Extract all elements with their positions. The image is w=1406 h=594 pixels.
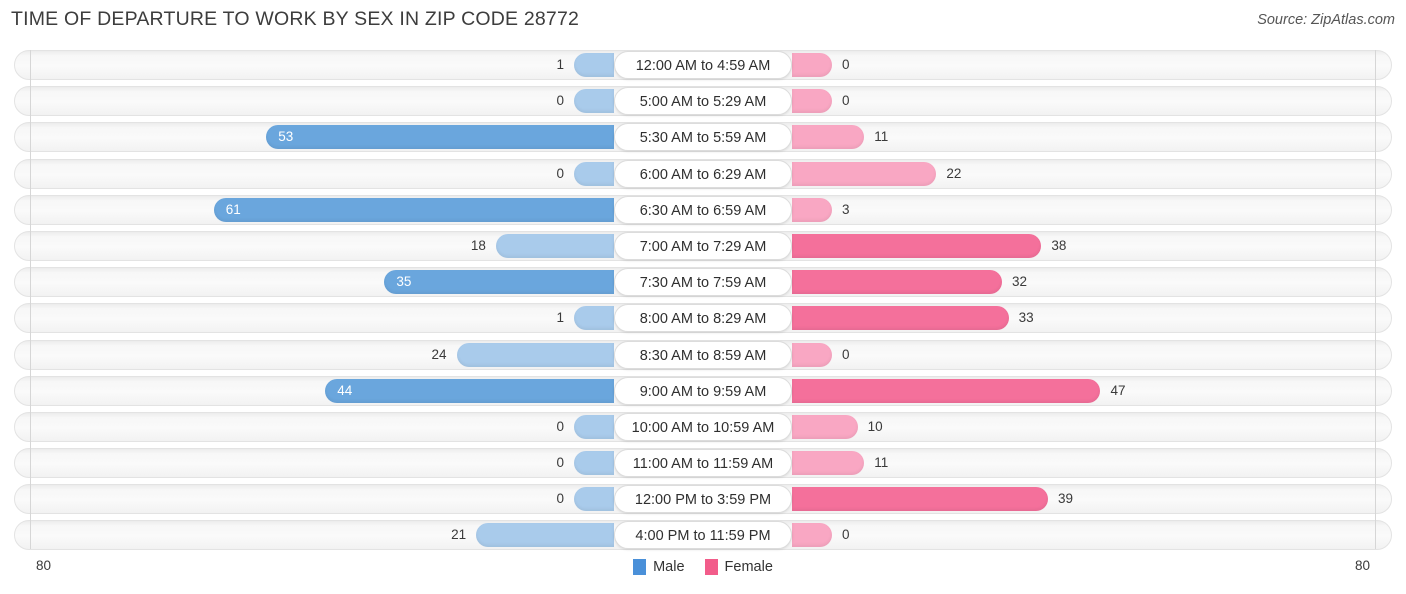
bar-value-male: 21 xyxy=(451,527,467,543)
category-label: 12:00 AM to 4:59 AM xyxy=(614,51,792,79)
category-label: 11:00 AM to 11:59 AM xyxy=(614,449,792,478)
category-label: 4:00 PM to 11:59 PM xyxy=(614,521,792,550)
category-label: 7:30 AM to 7:59 AM xyxy=(614,268,792,297)
bar-female[interactable] xyxy=(792,270,1002,295)
bar-male[interactable] xyxy=(456,342,614,367)
bar-male[interactable] xyxy=(574,414,614,439)
bar-value-female: 47 xyxy=(1110,382,1126,398)
bar-female[interactable] xyxy=(792,89,832,114)
category-label: 6:00 AM to 6:29 AM xyxy=(614,159,792,188)
bar-value-female: 0 xyxy=(842,57,850,72)
bar-male[interactable] xyxy=(266,125,614,150)
bar-male[interactable] xyxy=(495,233,614,258)
bar-female[interactable] xyxy=(792,233,1042,258)
bar-row: 1 0 12:00 AM to 4:59 AM xyxy=(0,50,1406,80)
bar-value-male: 24 xyxy=(431,346,447,362)
chart-root: TIME OF DEPARTURE TO WORK BY SEX IN ZIP … xyxy=(0,0,1406,594)
bar-value-female: 22 xyxy=(946,165,962,181)
bar-value-male: 0 xyxy=(556,455,564,471)
bar-row: 35 32 7:30 AM to 7:59 AM xyxy=(0,267,1406,298)
category-label: 8:00 AM to 8:29 AM xyxy=(614,304,792,333)
bar-female[interactable] xyxy=(792,414,858,439)
bar-male[interactable] xyxy=(574,53,614,77)
category-label: 7:00 AM to 7:29 AM xyxy=(614,231,792,260)
bar-row: 61 3 6:30 AM to 6:59 AM xyxy=(0,194,1406,225)
legend-label-male: Male xyxy=(653,559,685,575)
bar-female[interactable] xyxy=(792,306,1009,331)
legend-label-female: Female xyxy=(724,559,773,575)
axis-line-right xyxy=(1375,50,1376,549)
bar-value-male: 1 xyxy=(556,57,564,72)
bar-value-female: 11 xyxy=(874,455,889,471)
bar-value-male: 0 xyxy=(556,491,564,507)
bar-row: 0 10 10:00 AM to 10:59 AM xyxy=(0,411,1406,442)
bar-value-female: 11 xyxy=(874,129,889,145)
bar-female[interactable] xyxy=(792,451,865,476)
bar-value-male: 0 xyxy=(556,93,564,109)
source-attribution: Source: ZipAtlas.com xyxy=(1257,12,1395,28)
category-label: 12:00 PM to 3:59 PM xyxy=(614,485,792,514)
bar-value-male: 1 xyxy=(556,310,564,326)
bar-value-female: 32 xyxy=(1012,274,1028,290)
chart-footer: 80 80 Male Female xyxy=(0,556,1406,594)
bar-male[interactable] xyxy=(476,523,614,548)
bar-row: 0 22 6:00 AM to 6:29 AM xyxy=(0,158,1406,189)
bar-female[interactable] xyxy=(792,523,832,548)
bar-row: 53 11 5:30 AM to 5:59 AM xyxy=(0,122,1406,153)
bar-row: 0 11 11:00 AM to 11:59 AM xyxy=(0,448,1406,479)
bar-row: 1 33 8:00 AM to 8:29 AM xyxy=(0,303,1406,334)
category-label: 10:00 AM to 10:59 AM xyxy=(614,412,792,441)
bar-female[interactable] xyxy=(792,125,865,150)
axis-line-left xyxy=(30,50,31,549)
bar-value-male: 53 xyxy=(278,129,294,145)
bar-row: 18 38 7:00 AM to 7:29 AM xyxy=(0,230,1406,261)
bar-value-male: 0 xyxy=(556,418,564,434)
legend-swatch-female-icon xyxy=(704,559,718,575)
bar-value-male: 0 xyxy=(556,165,564,181)
bar-value-male: 61 xyxy=(225,201,241,217)
bar-value-female: 3 xyxy=(842,201,850,217)
legend-item-male[interactable]: Male xyxy=(633,559,685,575)
bar-male[interactable] xyxy=(325,378,614,403)
bar-value-male: 44 xyxy=(337,382,353,398)
bar-male[interactable] xyxy=(213,197,614,222)
bar-row: 21 0 4:00 PM to 11:59 PM xyxy=(0,520,1406,551)
bar-value-female: 0 xyxy=(842,346,850,362)
bar-value-female: 10 xyxy=(867,418,883,434)
bar-value-female: 0 xyxy=(842,527,850,543)
bar-male[interactable] xyxy=(574,487,614,512)
bar-value-male: 35 xyxy=(396,274,412,290)
bar-row: 24 0 8:30 AM to 8:59 AM xyxy=(0,339,1406,370)
bar-row: 44 47 9:00 AM to 9:59 AM xyxy=(0,375,1406,406)
plot-area: 1 0 12:00 AM to 4:59 AM 0 0 5:00 AM to 5:29 A… xyxy=(0,50,1406,555)
bar-value-female: 39 xyxy=(1057,491,1073,507)
bar-rows-container: 1 0 12:00 AM to 4:59 AM 0 0 5:00 AM to 5:29 A… xyxy=(0,50,1406,557)
bar-female[interactable] xyxy=(792,161,937,186)
bar-row: 0 0 5:00 AM to 5:29 AM xyxy=(0,86,1406,117)
bar-female[interactable] xyxy=(792,487,1048,512)
bar-female[interactable] xyxy=(792,197,832,222)
bar-value-female: 33 xyxy=(1018,310,1034,326)
bar-row: 0 39 12:00 PM to 3:59 PM xyxy=(0,484,1406,515)
legend: Male Female xyxy=(0,559,1406,575)
bar-value-female: 38 xyxy=(1051,237,1067,253)
category-label: 9:00 AM to 9:59 AM xyxy=(614,376,792,405)
legend-item-female[interactable]: Female xyxy=(704,559,773,575)
bar-female[interactable] xyxy=(792,342,832,367)
bar-female[interactable] xyxy=(792,53,832,77)
bar-male[interactable] xyxy=(574,89,614,114)
category-label: 8:30 AM to 8:59 AM xyxy=(614,340,792,369)
category-label: 5:00 AM to 5:29 AM xyxy=(614,87,792,116)
legend-swatch-male-icon xyxy=(633,559,647,575)
page-title: TIME OF DEPARTURE TO WORK BY SEX IN ZIP … xyxy=(11,8,580,30)
bar-male[interactable] xyxy=(574,306,614,331)
bar-female[interactable] xyxy=(792,378,1101,403)
bar-male[interactable] xyxy=(574,451,614,476)
bar-value-female: 0 xyxy=(842,93,850,109)
category-label: 5:30 AM to 5:59 AM xyxy=(614,123,792,152)
bar-value-male: 18 xyxy=(470,237,486,253)
category-label: 6:30 AM to 6:59 AM xyxy=(614,195,792,224)
bar-male[interactable] xyxy=(574,161,614,186)
bar-male[interactable] xyxy=(384,270,614,295)
